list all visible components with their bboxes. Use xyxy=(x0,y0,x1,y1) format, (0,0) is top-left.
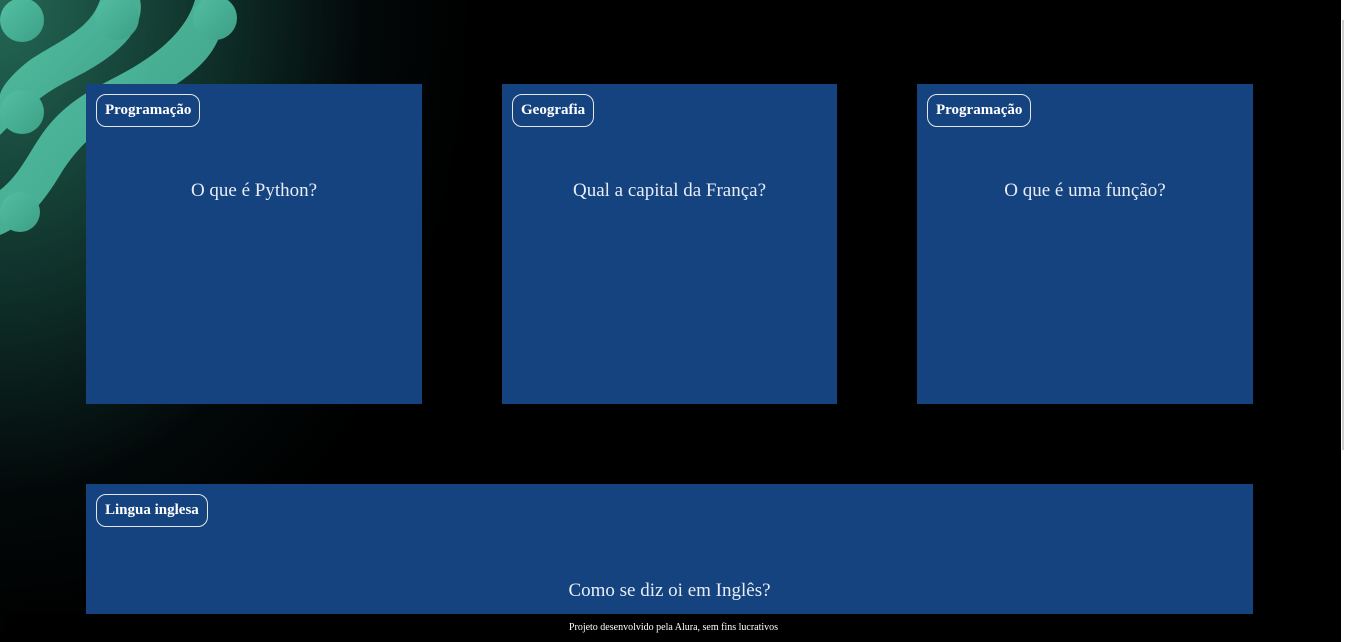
category-tag: Geografia xyxy=(512,94,595,127)
flashcard[interactable]: Lingua inglesa Como se diz oi em Inglês? xyxy=(86,484,1253,624)
question-text: O que é Python? xyxy=(190,180,318,201)
question-text: Como se diz oi em Inglês? xyxy=(568,580,771,601)
category-tag: Programação xyxy=(96,94,201,127)
question-text: O que é uma função? xyxy=(1004,180,1166,201)
flashcard[interactable]: Geografia Qual a capital da França? xyxy=(502,84,837,404)
footer: Projeto desenvolvido pela Alura, sem fin… xyxy=(6,614,1341,642)
flashcard[interactable]: Programação O que é uma função? xyxy=(917,84,1253,404)
scrollbar-thumb[interactable] xyxy=(1342,20,1344,450)
flashcard[interactable]: Programação O que é Python? xyxy=(86,84,422,404)
page: Programação O que é Python? Geografia Qu… xyxy=(0,0,1345,642)
question-text: Qual a capital da França? xyxy=(572,180,767,201)
footer-text: Projeto desenvolvido pela Alura, sem fin… xyxy=(568,622,779,633)
category-tag: Programação xyxy=(927,94,1032,127)
category-tag: Lingua inglesa xyxy=(96,494,208,527)
